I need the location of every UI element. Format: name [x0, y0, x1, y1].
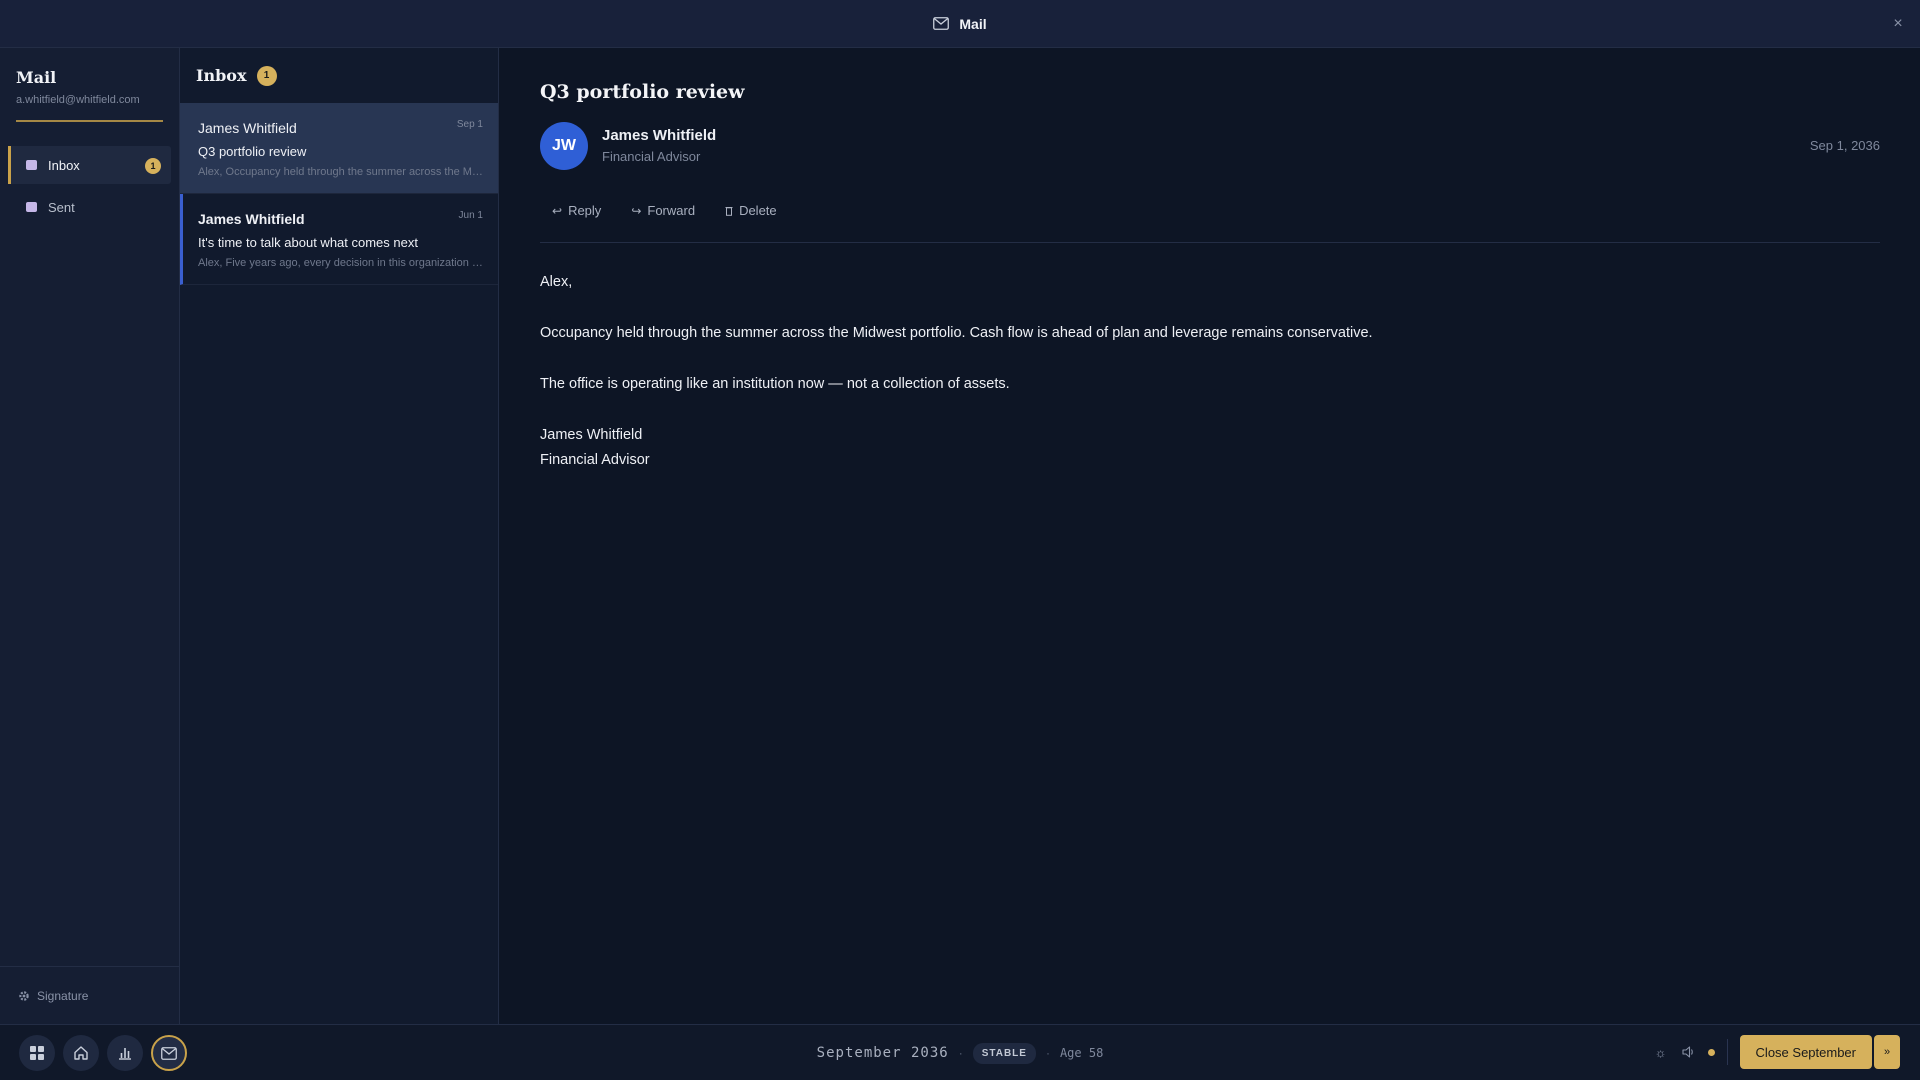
grid-icon	[30, 1046, 44, 1060]
message-preview: Alex, Five years ago, every decision in …	[198, 257, 483, 269]
delete-button[interactable]: Delete	[721, 201, 781, 220]
dashboard-button[interactable]	[19, 1035, 55, 1071]
message-row[interactable]: James Whitfield Sep 1 Q3 portfolio revie…	[180, 103, 498, 194]
sender-name: James Whitfield	[602, 127, 717, 144]
avatar: JW	[540, 122, 588, 170]
mail-icon	[933, 17, 950, 30]
sidebar: Mail a.whitfield@whitfield.com Inbox 1 S…	[0, 48, 180, 1024]
signature-name: James Whitfield	[540, 427, 643, 443]
home-icon	[74, 1046, 88, 1060]
sidebar-item-inbox[interactable]: Inbox 1	[8, 146, 171, 184]
unread-count-badge: 1	[145, 158, 161, 174]
volume-icon[interactable]	[1680, 1046, 1698, 1058]
reading-pane: Q3 portfolio review JW James Whitfield F…	[500, 48, 1920, 1024]
app-dock	[19, 1035, 187, 1071]
email-actions: ↩ Reply ↪ Forward Delete	[548, 201, 781, 220]
message-preview: Alex, Occupancy held through the summer …	[198, 166, 483, 178]
forward-label: Forward	[647, 203, 696, 218]
taskbar: September 2036 · STABLE · Age 58 ☼ Close…	[0, 1024, 1920, 1080]
gear-icon	[19, 990, 29, 1001]
home-button[interactable]	[63, 1035, 99, 1071]
message-date: Sep 1	[456, 119, 483, 130]
folder-icon	[26, 202, 37, 212]
game-status: September 2036 · STABLE · Age 58	[0, 1025, 1920, 1080]
email-paragraph: The office is operating like an institut…	[540, 376, 1010, 392]
folder-nav: Inbox 1 Sent	[0, 146, 179, 226]
brightness-icon[interactable]: ☼	[1652, 1045, 1670, 1060]
reply-icon: ↩	[552, 203, 563, 218]
tray-divider	[1726, 1039, 1728, 1065]
unread-count-badge: 1	[256, 65, 277, 86]
close-window-button[interactable]: ×	[1886, 12, 1910, 36]
message-sender: James Whitfield	[198, 211, 305, 227]
charts-button[interactable]	[107, 1035, 143, 1071]
status-badge: STABLE	[972, 1042, 1036, 1064]
sender-role: Financial Advisor	[602, 149, 701, 164]
sidebar-item-sent[interactable]: Sent	[8, 188, 171, 226]
email-date: Sep 1, 2036	[1809, 138, 1880, 153]
message-subject: Q3 portfolio review	[198, 144, 307, 159]
reply-label: Reply	[568, 203, 602, 218]
header-divider	[540, 242, 1880, 243]
separator: ·	[958, 1046, 963, 1060]
message-subject: It's time to talk about what comes next	[198, 235, 418, 250]
separator: ·	[1045, 1046, 1050, 1060]
signature-label: Signature	[37, 988, 89, 1003]
email-subject: Q3 portfolio review	[540, 81, 745, 103]
message-sender: James Whitfield	[198, 120, 297, 136]
mail-icon	[161, 1046, 177, 1060]
message-date: Jun 1	[458, 210, 483, 221]
email-greeting: Alex,	[540, 274, 573, 290]
forward-button[interactable]: ↪ Forward	[627, 201, 699, 220]
account-email: a.whitfield@whitfield.com	[16, 94, 140, 106]
email-paragraph: Occupancy held through the summer across…	[540, 325, 1373, 341]
window-title-group: Mail	[933, 15, 987, 32]
folder-title: Inbox	[196, 66, 247, 85]
app-name: Mail	[16, 68, 57, 87]
sidebar-item-label: Sent	[48, 199, 75, 215]
player-age: Age 58	[1059, 1046, 1104, 1060]
notification-dot	[1707, 1048, 1715, 1056]
sidebar-brand: Mail a.whitfield@whitfield.com	[0, 48, 179, 106]
folder-icon	[26, 160, 37, 170]
reply-button[interactable]: ↩ Reply	[548, 201, 605, 220]
message-row[interactable]: James Whitfield Jun 1 It's time to talk …	[180, 194, 498, 285]
close-icon: ×	[1893, 15, 1903, 32]
message-list-header: Inbox 1	[180, 48, 498, 103]
close-month-button[interactable]: Close September	[1739, 1035, 1872, 1069]
forward-icon: ↪	[631, 203, 642, 218]
email-body: Alex, Occupancy held through the summer …	[540, 270, 1840, 473]
sidebar-item-label: Inbox	[48, 157, 80, 173]
window-title: Mail	[959, 15, 987, 32]
brand-divider	[16, 120, 163, 122]
signature-role: Financial Advisor	[540, 452, 650, 468]
current-month: September 2036	[816, 1045, 949, 1061]
fast-forward-button[interactable]: »	[1874, 1035, 1900, 1069]
message-list: Inbox 1 James Whitfield Sep 1 Q3 portfol…	[180, 48, 499, 1024]
signature-button[interactable]: Signature	[0, 966, 180, 1024]
trash-icon	[725, 206, 733, 216]
title-bar: Mail ×	[0, 0, 1920, 48]
delete-label: Delete	[739, 203, 777, 218]
system-tray: ☼ Close September »	[1652, 1035, 1900, 1069]
bar-chart-icon	[119, 1048, 131, 1060]
mail-app-button[interactable]	[151, 1035, 187, 1071]
